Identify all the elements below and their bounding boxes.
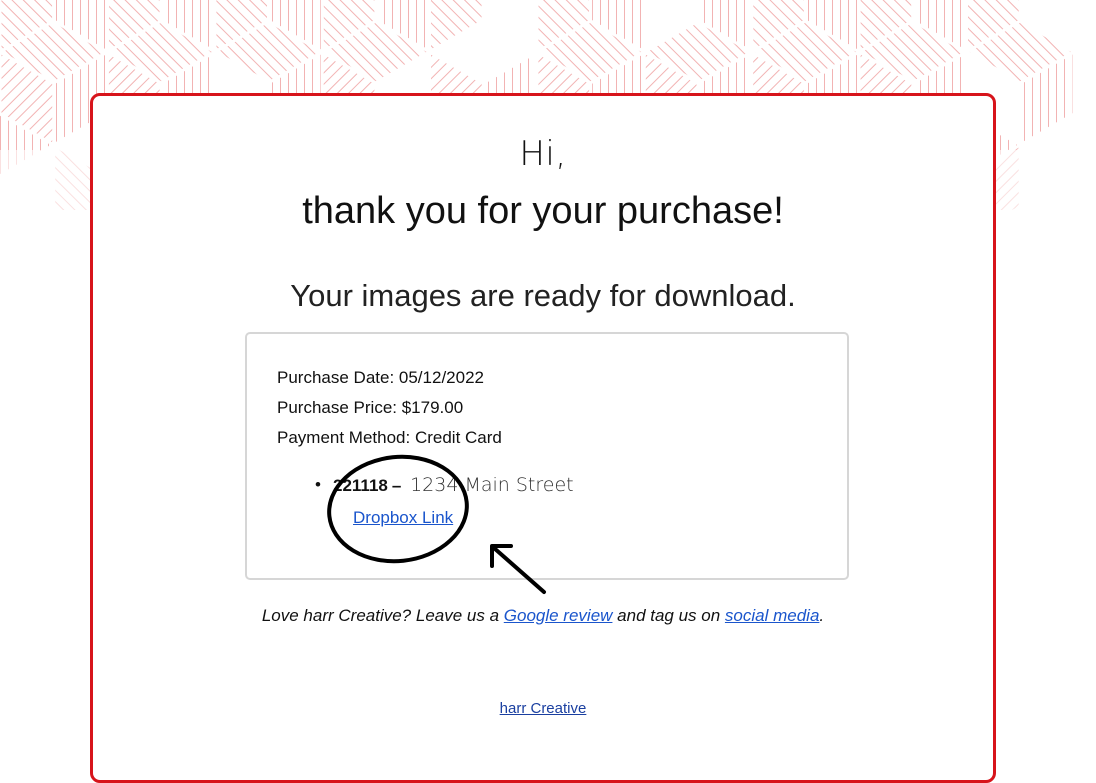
payment-method: Payment Method: Credit Card — [277, 428, 502, 447]
email-card: Hi, thank you for your purchase! Your im… — [90, 93, 996, 783]
purchase-item: • 221118– 1234 Main Street — [315, 474, 574, 496]
purchase-details-box: Purchase Date: 05/12/2022 Purchase Price… — [245, 332, 849, 580]
harr-creative-footer-link[interactable]: harr Creative — [93, 700, 993, 717]
review-prefix: Love harr Creative? Leave us a — [261, 606, 504, 625]
dropbox-link[interactable]: Dropbox Link — [353, 508, 453, 528]
purchase-date: Purchase Date: 05/12/2022 — [277, 368, 484, 387]
social-media-link[interactable]: social media — [725, 606, 820, 625]
item-dash: – — [391, 476, 402, 495]
download-ready-text: Your images are ready for download. — [290, 278, 796, 313]
purchase-price: Purchase Price: $179.00 — [277, 398, 464, 417]
review-line: Love harr Creative? Leave us a Google re… — [93, 606, 993, 626]
bullet-icon: • — [315, 475, 321, 494]
greeting-heading: Hi, — [519, 134, 567, 174]
item-address: 1234 Main Street — [410, 474, 574, 496]
item-code: 221118 — [333, 476, 388, 495]
thank-you-heading: thank you for your purchase! — [302, 190, 784, 232]
review-middle: and tag us on — [612, 606, 725, 625]
google-review-link[interactable]: Google review — [504, 606, 613, 625]
review-suffix: . — [819, 606, 825, 625]
